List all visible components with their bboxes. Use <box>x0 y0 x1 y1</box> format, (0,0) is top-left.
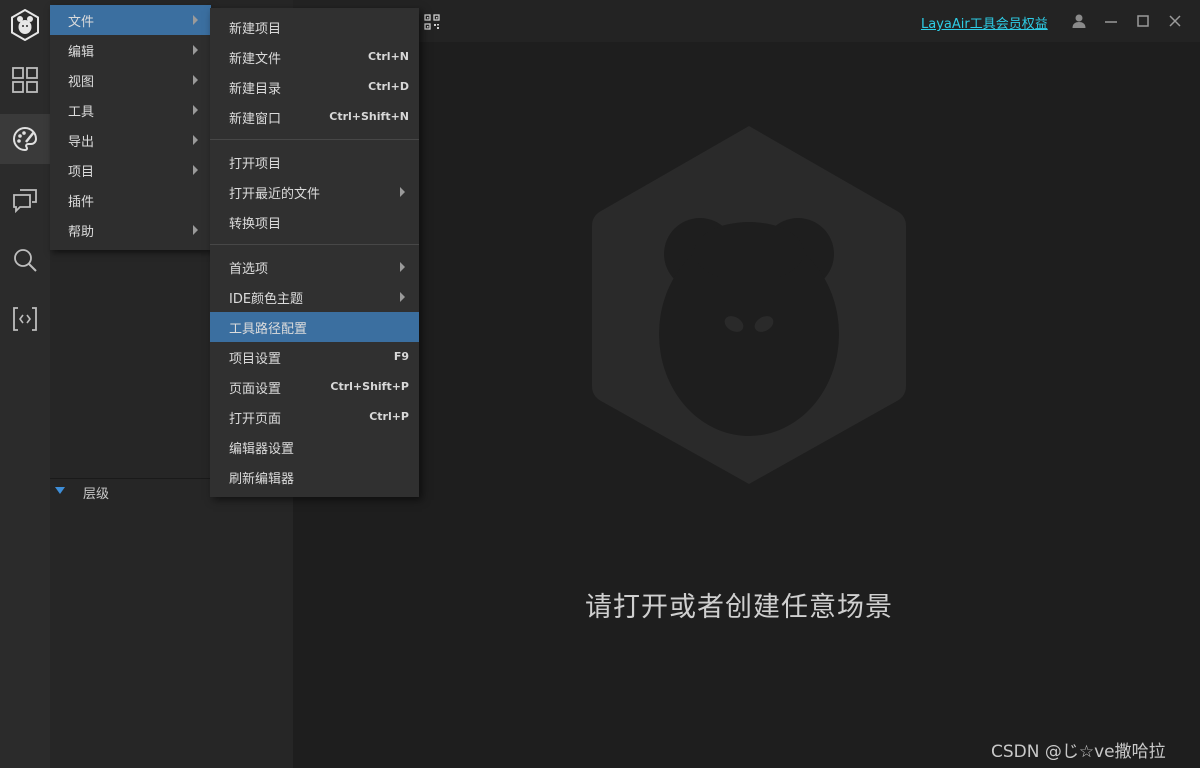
submenu-arrow-icon <box>193 15 198 25</box>
menu-item-label: 转换项目 <box>229 217 282 232</box>
user-icon <box>1072 14 1086 28</box>
menu-item-label: 打开页面 <box>229 412 282 427</box>
menu-label: 帮助 <box>68 225 95 240</box>
menu-item-label: 编辑器设置 <box>229 442 295 457</box>
menu-item-new-project[interactable]: 新建项目 <box>210 12 419 42</box>
menu-item-page-settings[interactable]: 页面设置 Ctrl+Shift+P <box>210 372 419 402</box>
submenu-arrow-icon <box>193 105 198 115</box>
activity-design[interactable] <box>0 114 50 164</box>
qr-code-button[interactable] <box>424 14 440 34</box>
activity-search[interactable] <box>0 235 50 285</box>
qr-code-icon <box>424 14 440 30</box>
layaair-logo-watermark <box>590 124 908 490</box>
menu-help[interactable]: 帮助 <box>50 215 211 245</box>
palette-icon <box>13 126 38 152</box>
menu-label: 工具 <box>68 105 95 120</box>
close-icon <box>1169 15 1181 27</box>
layer-panel-title: 层级 <box>83 487 110 502</box>
monkey-logo-icon <box>592 126 906 484</box>
submenu-arrow-icon <box>193 165 198 175</box>
submenu-arrow-icon <box>193 75 198 85</box>
chat-icon <box>13 189 37 213</box>
menu-item-open-recent[interactable]: 打开最近的文件 <box>210 177 419 207</box>
empty-scene-message: 请打开或者创建任意场景 <box>585 592 893 623</box>
shortcut-label: F9 <box>393 350 409 363</box>
maximize-icon <box>1137 15 1149 27</box>
menu-item-new-file[interactable]: 新建文件 Ctrl+N <box>210 42 419 72</box>
minimize-button[interactable] <box>1101 11 1121 31</box>
menu-item-label: 新建文件 <box>229 52 282 67</box>
app-logo[interactable] <box>0 0 50 50</box>
submenu-arrow-icon <box>400 187 405 197</box>
menu-item-tool-path-config[interactable]: 工具路径配置 <box>210 312 419 342</box>
shortcut-label: Ctrl+P <box>369 410 409 423</box>
activity-code[interactable] <box>0 294 50 344</box>
menu-item-label: 新建目录 <box>229 82 282 97</box>
member-benefits-link[interactable]: LayaAir工具会员权益 <box>921 13 1048 32</box>
shortcut-label: Ctrl+Shift+P <box>330 380 409 393</box>
menu-label: 文件 <box>68 15 95 30</box>
file-submenu: 新建项目 新建文件 Ctrl+N 新建目录 Ctrl+D 新建窗口 Ctrl+S… <box>210 8 419 497</box>
menu-item-open-page[interactable]: 打开页面 Ctrl+P <box>210 402 419 432</box>
menu-label: 编辑 <box>68 45 95 60</box>
grid-icon <box>12 67 38 93</box>
menu-item-label: 新建项目 <box>229 22 282 37</box>
menu-separator <box>210 139 419 140</box>
menu-item-label: 打开项目 <box>229 157 282 172</box>
menu-item-label: IDE颜色主题 <box>229 292 304 307</box>
shortcut-label: Ctrl+N <box>368 50 409 63</box>
collapse-arrow-icon[interactable] <box>55 487 65 494</box>
shortcut-label: Ctrl+Shift+N <box>329 110 409 123</box>
menu-export[interactable]: 导出 <box>50 125 211 155</box>
menu-item-preferences[interactable]: 首选项 <box>210 252 419 282</box>
close-button[interactable] <box>1165 11 1185 31</box>
menu-plugins[interactable]: 插件 <box>50 185 211 215</box>
menu-label: 项目 <box>68 165 95 180</box>
submenu-arrow-icon <box>193 45 198 55</box>
menu-file[interactable]: 文件 <box>50 5 211 35</box>
submenu-arrow-icon <box>400 292 405 302</box>
menu-item-editor-settings[interactable]: 编辑器设置 <box>210 432 419 462</box>
menu-item-open-project[interactable]: 打开项目 <box>210 147 419 177</box>
menu-item-label: 新建窗口 <box>229 112 282 127</box>
menu-item-label: 工具路径配置 <box>229 322 308 337</box>
main-menu: 文件 编辑 视图 工具 导出 项目 插件 帮助 <box>50 5 211 250</box>
menu-item-project-settings[interactable]: 项目设置 F9 <box>210 342 419 372</box>
code-brackets-icon <box>13 307 37 331</box>
menu-label: 视图 <box>68 75 95 90</box>
menu-tools[interactable]: 工具 <box>50 95 211 125</box>
minimize-icon <box>1105 21 1117 23</box>
menu-label: 插件 <box>68 195 95 210</box>
search-icon <box>14 249 37 272</box>
menu-edit[interactable]: 编辑 <box>50 35 211 65</box>
menu-item-new-folder[interactable]: 新建目录 Ctrl+D <box>210 72 419 102</box>
csdn-watermark: CSDN @じ☆ve撒哈拉 <box>991 742 1166 762</box>
menu-item-label: 打开最近的文件 <box>229 187 321 202</box>
activity-bar <box>0 0 50 768</box>
account-button[interactable] <box>1069 11 1089 31</box>
menu-item-label: 首选项 <box>229 262 269 277</box>
maximize-button[interactable] <box>1133 11 1153 31</box>
activity-grid[interactable] <box>0 55 50 105</box>
menu-item-refresh-editor[interactable]: 刷新编辑器 <box>210 462 419 492</box>
menu-item-ide-theme[interactable]: IDE颜色主题 <box>210 282 419 312</box>
menu-separator <box>210 244 419 245</box>
menu-item-label: 页面设置 <box>229 382 282 397</box>
submenu-arrow-icon <box>193 225 198 235</box>
submenu-arrow-icon <box>400 262 405 272</box>
menu-label: 导出 <box>68 135 95 150</box>
menu-item-label: 项目设置 <box>229 352 282 367</box>
menu-item-label: 刷新编辑器 <box>229 472 295 487</box>
menu-view[interactable]: 视图 <box>50 65 211 95</box>
menu-item-convert-project[interactable]: 转换项目 <box>210 207 419 237</box>
activity-chat[interactable] <box>0 175 50 225</box>
menu-project[interactable]: 项目 <box>50 155 211 185</box>
submenu-arrow-icon <box>193 135 198 145</box>
shortcut-label: Ctrl+D <box>368 80 409 93</box>
app-logo-icon <box>11 9 39 41</box>
menu-item-new-window[interactable]: 新建窗口 Ctrl+Shift+N <box>210 102 419 132</box>
